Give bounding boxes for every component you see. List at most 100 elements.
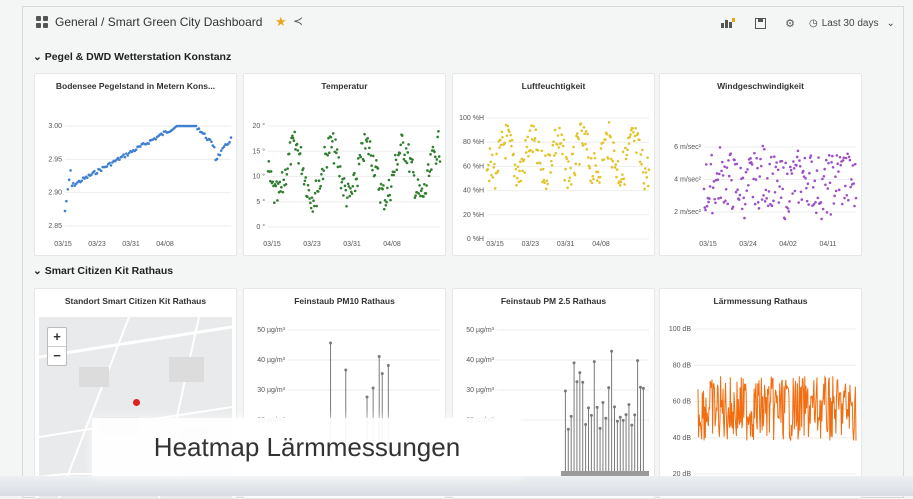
panel-temperatur[interactable]: Temperatur 20 ° 15 ° 10 ° 5 ° 0 ° 03/15 03/23 0… bbox=[243, 73, 446, 256]
luftfeuchtigkeit-point bbox=[641, 171, 645, 174]
wind-point bbox=[754, 178, 758, 181]
panel-luftfeuchtigkeit[interactable]: Luftfeuchtigkeit 100 %H 80 %H 60 %H 40 %H 20… bbox=[452, 73, 655, 256]
star-icon[interactable]: ★ bbox=[275, 14, 287, 30]
wind-point bbox=[845, 193, 849, 197]
luftfeuchtigkeit-point bbox=[518, 160, 522, 164]
luftfeuchtigkeit-point bbox=[514, 167, 518, 171]
gear-icon[interactable]: ⚙ bbox=[777, 14, 803, 32]
pm25-point bbox=[581, 380, 585, 384]
sensor-location-marker[interactable] bbox=[133, 399, 140, 406]
y-tick-label: 40 %H bbox=[463, 188, 484, 195]
luftfeuchtigkeit-point bbox=[553, 128, 557, 132]
wind-point bbox=[831, 165, 835, 169]
panel-title: Standort Smart Citizen Kit Rathaus bbox=[64, 296, 207, 306]
y-tick-label: 60 dB bbox=[673, 399, 692, 406]
share-icon[interactable]: ≺ bbox=[293, 14, 303, 28]
luftfeuchtigkeit-point bbox=[583, 132, 586, 136]
x-tick-label: 03/15 bbox=[699, 241, 717, 248]
wind-point bbox=[753, 151, 756, 155]
wind-point bbox=[790, 172, 794, 175]
temperatur-point bbox=[331, 139, 334, 143]
wind-point bbox=[828, 181, 832, 185]
luftfeuchtigkeit-point bbox=[510, 144, 513, 148]
wind-point bbox=[751, 195, 755, 199]
wind-point bbox=[750, 163, 754, 166]
luftfeuchtigkeit-point bbox=[567, 179, 571, 183]
temperatur-point bbox=[359, 155, 362, 159]
luftfeuchtigkeit-point bbox=[555, 143, 559, 146]
y-tick-label: 2.95 bbox=[48, 156, 62, 163]
luftfeuchtigkeit-point bbox=[560, 133, 564, 137]
row-header-pegel[interactable]: ⌄ Pegel & DWD Wetterstation Konstanz bbox=[33, 51, 231, 63]
wind-point bbox=[793, 189, 797, 193]
luftfeuchtigkeit-point bbox=[518, 169, 521, 173]
temperatur-point bbox=[384, 203, 388, 207]
temperatur-point bbox=[356, 184, 359, 188]
wind-point bbox=[805, 186, 808, 190]
wind-point bbox=[747, 183, 750, 187]
luftfeuchtigkeit-point bbox=[493, 187, 497, 190]
panel-pegel[interactable]: Bodensee Pegelstand in Metern Kons... 3.… bbox=[34, 73, 237, 256]
temperatur-point bbox=[431, 145, 435, 149]
row-header-smart-citizen[interactable]: ⌄ Smart Citizen Kit Rathaus bbox=[33, 265, 173, 277]
temperatur-point bbox=[353, 171, 356, 175]
add-panel-icon[interactable] bbox=[715, 14, 741, 32]
luftfeuchtigkeit-point bbox=[567, 160, 570, 163]
zoom-out-button[interactable]: − bbox=[48, 346, 66, 365]
heatmap-title-overlay: Heatmap Lärmmessungen bbox=[92, 418, 522, 476]
wind-point bbox=[711, 211, 714, 215]
wind-point bbox=[763, 200, 767, 203]
zoom-in-button[interactable]: + bbox=[48, 328, 66, 346]
wind-point bbox=[830, 160, 833, 164]
luftfeuchtigkeit-point bbox=[594, 164, 598, 167]
luftfeuchtigkeit-point bbox=[580, 129, 583, 132]
luftfeuchtigkeit-point bbox=[620, 177, 623, 181]
wind-point bbox=[825, 211, 829, 214]
temperatur-point bbox=[269, 170, 273, 173]
temperatur-point bbox=[271, 180, 275, 184]
grid-icon[interactable] bbox=[36, 16, 48, 28]
temperatur-point bbox=[382, 207, 386, 211]
luftfeuchtigkeit-point bbox=[551, 143, 555, 147]
temperatur-point bbox=[378, 187, 381, 190]
luftfeuchtigkeit-point bbox=[638, 160, 642, 164]
wind-point bbox=[785, 172, 789, 176]
breadcrumb[interactable]: General / Smart Green City Dashboard bbox=[55, 15, 262, 29]
luftfeuchtigkeit-point bbox=[621, 173, 624, 176]
temperatur-point bbox=[308, 197, 311, 200]
temperatur-point bbox=[336, 165, 340, 169]
wind-point bbox=[796, 149, 800, 153]
wind-point bbox=[721, 174, 725, 177]
wind-point bbox=[843, 196, 846, 200]
luftfeuchtigkeit-point bbox=[632, 131, 635, 134]
temperatur-point bbox=[298, 152, 302, 155]
luftfeuchtigkeit-point bbox=[533, 139, 536, 142]
pm10-point bbox=[344, 368, 348, 372]
wind-point bbox=[791, 192, 794, 195]
luftfeuchtigkeit-point bbox=[545, 179, 549, 183]
pm25-point bbox=[610, 349, 614, 353]
luftfeuchtigkeit-point bbox=[564, 167, 567, 171]
time-range-picker[interactable]: ◷ Last 30 days ⌄ bbox=[809, 13, 899, 33]
wind-point bbox=[780, 159, 784, 163]
temperatur-point bbox=[342, 194, 345, 197]
save-icon[interactable] bbox=[747, 14, 773, 32]
y-tick-label: 30 µg/m³ bbox=[257, 387, 285, 394]
wind-point bbox=[849, 185, 852, 189]
panel-windgeschwindigkeit[interactable]: Windgeschwindigkeit 6 m/sec² 4 m/sec² 2 m/… bbox=[659, 73, 862, 256]
luftfeuchtigkeit-point bbox=[493, 162, 496, 166]
wind-point bbox=[709, 162, 713, 166]
luftfeuchtigkeit-point bbox=[643, 187, 646, 191]
wind-point bbox=[746, 168, 749, 171]
wind-point bbox=[703, 206, 707, 209]
pegel-point bbox=[122, 153, 125, 156]
wind-point bbox=[752, 177, 755, 181]
luftfeuchtigkeit-point bbox=[628, 135, 632, 139]
temperatur-point bbox=[381, 187, 384, 191]
temperatur-point bbox=[426, 163, 430, 166]
luftfeuchtigkeit-point bbox=[618, 184, 622, 187]
temperatur-point bbox=[293, 130, 297, 134]
temperatur-point bbox=[291, 136, 295, 140]
panel-laermmessung[interactable]: Lärmmessung Rathaus 100 dB 80 dB 60 dB 40 d… bbox=[659, 288, 862, 499]
temperatur-point bbox=[330, 145, 333, 149]
